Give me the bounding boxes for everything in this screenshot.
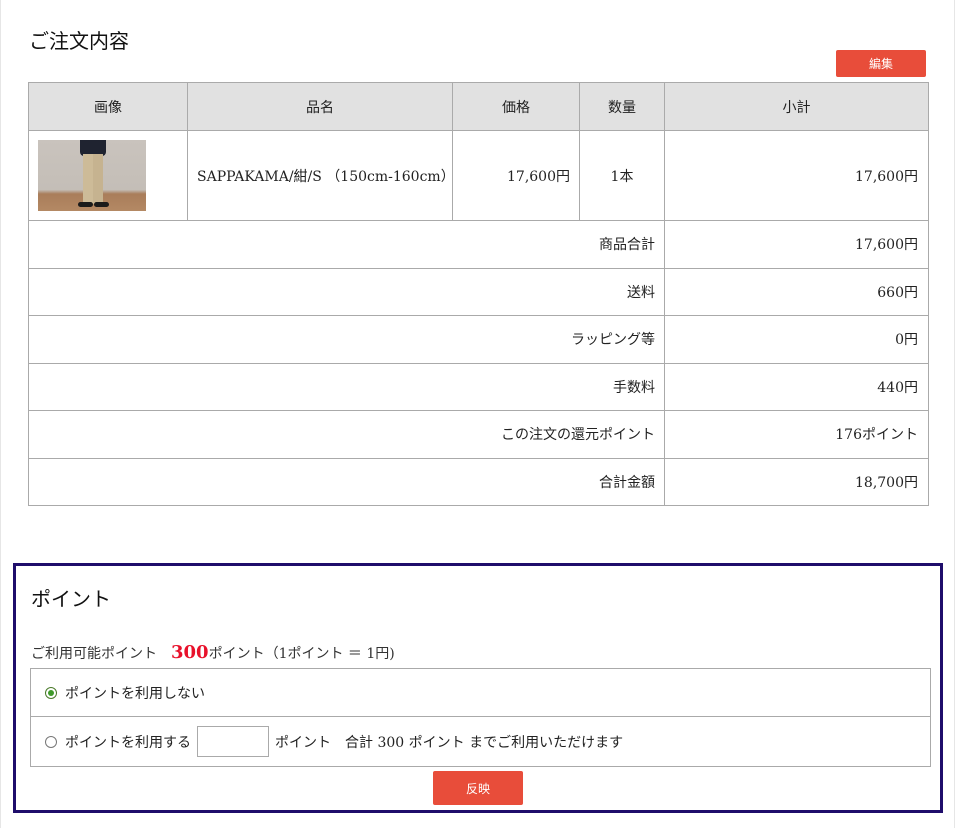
summary-row-shipping: 送料 660円 [28,267,929,316]
summary-row-grand-total: 合計金額 18,700円 [28,457,929,506]
summary-label: ラッピング等 [28,315,665,364]
radio-no-points[interactable] [45,686,57,699]
product-image[interactable] [38,140,146,211]
header-image: 画像 [28,82,188,131]
header-name: 品名 [187,82,453,131]
header-price: 価格 [452,82,580,131]
product-price: 17,600円 [452,130,580,221]
product-name: SAPPAKAMA/紺/S （150cm-160cm） [187,130,455,221]
summary-label: 手数料 [28,362,665,411]
product-qty: 1本 [579,130,665,221]
available-points-value: 300 [171,642,209,663]
page: ご注文内容 編集 画像 品名 価格 数量 小計 SAPPAKAMA/紺/S （1… [0,0,955,828]
point-options: ポイントを利用しない ポイントを利用する ポイント 合計 300 ポイント まで… [30,668,931,767]
option-use-points-label: ポイントを利用する [65,734,191,751]
summary-row-wrapping: ラッピング等 0円 [28,315,929,364]
option-no-points[interactable]: ポイントを利用しない [31,669,930,716]
summary-row-item-total: 商品合計 17,600円 [28,220,929,269]
option-no-points-label: ポイントを利用しない [65,685,205,702]
summary-row-fee: 手数料 440円 [28,362,929,411]
option-use-points[interactable]: ポイントを利用する ポイント 合計 300 ポイント までご利用いただけます [31,716,930,766]
summary-value: 18,700円 [664,457,929,506]
available-points-label: ご利用可能ポイント [31,646,157,662]
summary-value: 17,600円 [664,220,929,269]
points-section: ポイント ご利用可能ポイント 300 ポイント（1ポイント ＝ 1円) ポイント… [13,563,943,813]
radio-use-points[interactable] [45,735,57,748]
available-points-unit: ポイント（1ポイント ＝ 1円) [208,646,395,662]
apply-button[interactable]: 反映 [433,771,523,805]
summary-value: 176ポイント [664,410,929,459]
table-row: SAPPAKAMA/紺/S （150cm-160cm） 17,600円 1本 1… [28,130,929,221]
order-title: ご注文内容 [29,29,129,53]
order-header-row: 画像 品名 価格 数量 小計 [28,82,929,131]
header-qty: 数量 [579,82,665,131]
points-title: ポイント [31,587,111,611]
order-table: 画像 品名 価格 数量 小計 SAPPAKAMA/紺/S （150cm-160c… [28,82,929,506]
available-points: ご利用可能ポイント 300 ポイント（1ポイント ＝ 1円) [31,642,395,663]
summary-label: 合計金額 [28,457,665,506]
header-subtotal: 小計 [664,82,929,131]
points-usage-note: ポイント 合計 300 ポイント までご利用いただけます [275,734,624,751]
summary-label: この注文の還元ポイント [28,410,665,459]
summary-label: 商品合計 [28,220,665,269]
summary-value: 660円 [664,267,929,316]
summary-label: 送料 [28,267,665,316]
product-image-cell [28,130,188,221]
summary-row-reward-points: この注文の還元ポイント 176ポイント [28,410,929,459]
product-subtotal: 17,600円 [664,130,929,221]
summary-value: 0円 [664,315,929,364]
points-input[interactable] [197,726,269,757]
summary-value: 440円 [664,362,929,411]
edit-button[interactable]: 編集 [836,50,926,77]
